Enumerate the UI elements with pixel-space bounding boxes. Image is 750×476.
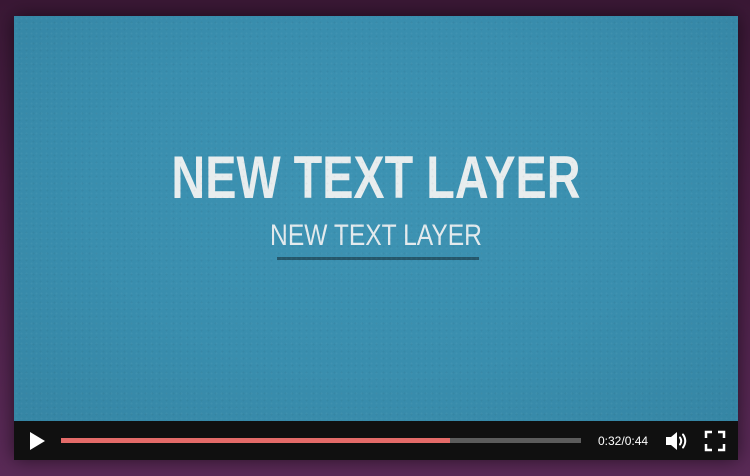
volume-icon — [666, 432, 687, 450]
player-controls-bar: 0:32/0:44 — [14, 421, 738, 460]
play-button[interactable] — [26, 430, 48, 452]
fullscreen-button[interactable] — [704, 430, 726, 452]
play-icon — [30, 432, 45, 450]
video-subtitle-text: NEW TEXT LAYER — [270, 219, 482, 252]
video-frame[interactable]: NEW TEXT LAYER NEW TEXT LAYER — [14, 16, 738, 421]
video-player: NEW TEXT LAYER NEW TEXT LAYER 0:32/0:44 — [14, 16, 738, 460]
progress-bar[interactable] — [61, 438, 581, 443]
progress-bar-fill — [61, 438, 450, 443]
fullscreen-icon — [704, 430, 726, 452]
time-display: 0:32/0:44 — [598, 434, 649, 448]
video-title-text: NEW TEXT LAYER — [171, 144, 581, 211]
volume-button[interactable] — [664, 429, 690, 453]
subtitle-underline — [277, 257, 479, 260]
